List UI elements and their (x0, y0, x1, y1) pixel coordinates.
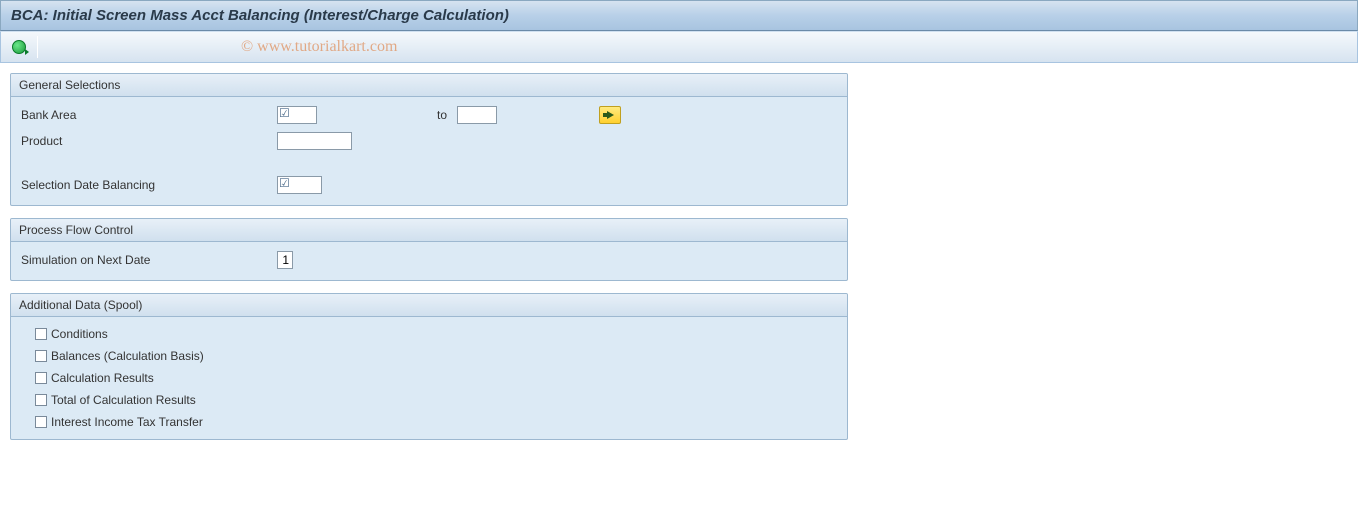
group-general-selections: General Selections Bank Area ☑ to Produc… (10, 73, 848, 206)
group-additional-data-spool: Additional Data (Spool) Conditions Balan… (10, 293, 848, 440)
total-calc-results-label: Total of Calculation Results (51, 393, 196, 407)
product-input[interactable] (277, 132, 352, 150)
multiple-selection-button[interactable] (599, 106, 621, 124)
balances-checkbox[interactable] (35, 350, 47, 362)
interest-tax-transfer-label: Interest Income Tax Transfer (51, 415, 203, 429)
calc-results-checkbox[interactable] (35, 372, 47, 384)
arrow-right-icon (607, 111, 614, 119)
simulation-next-date-input[interactable] (277, 251, 293, 269)
interest-tax-transfer-checkbox[interactable] (35, 416, 47, 428)
selection-date-label: Selection Date Balancing (17, 178, 277, 192)
bank-area-to-input[interactable] (457, 106, 497, 124)
calc-results-label: Calculation Results (51, 371, 154, 385)
group-title-general: General Selections (11, 74, 847, 97)
conditions-checkbox[interactable] (35, 328, 47, 340)
bank-area-from-input[interactable] (277, 106, 317, 124)
group-process-flow: Process Flow Control Simulation on Next … (10, 218, 848, 281)
simulation-next-date-label: Simulation on Next Date (17, 253, 277, 267)
page-title: BCA: Initial Screen Mass Acct Balancing … (0, 0, 1358, 31)
to-label: to (317, 108, 457, 122)
selection-date-input[interactable] (277, 176, 322, 194)
execute-button[interactable] (9, 37, 29, 57)
balances-label: Balances (Calculation Basis) (51, 349, 204, 363)
conditions-label: Conditions (51, 327, 108, 341)
watermark-text: © www.tutorialkart.com (241, 38, 397, 56)
bank-area-label: Bank Area (17, 108, 277, 122)
product-label: Product (17, 134, 277, 148)
group-title-spool: Additional Data (Spool) (11, 294, 847, 317)
execute-icon (12, 40, 26, 54)
total-calc-results-checkbox[interactable] (35, 394, 47, 406)
app-toolbar: © www.tutorialkart.com (0, 31, 1358, 63)
toolbar-separator (37, 36, 38, 58)
group-title-process: Process Flow Control (11, 219, 847, 242)
